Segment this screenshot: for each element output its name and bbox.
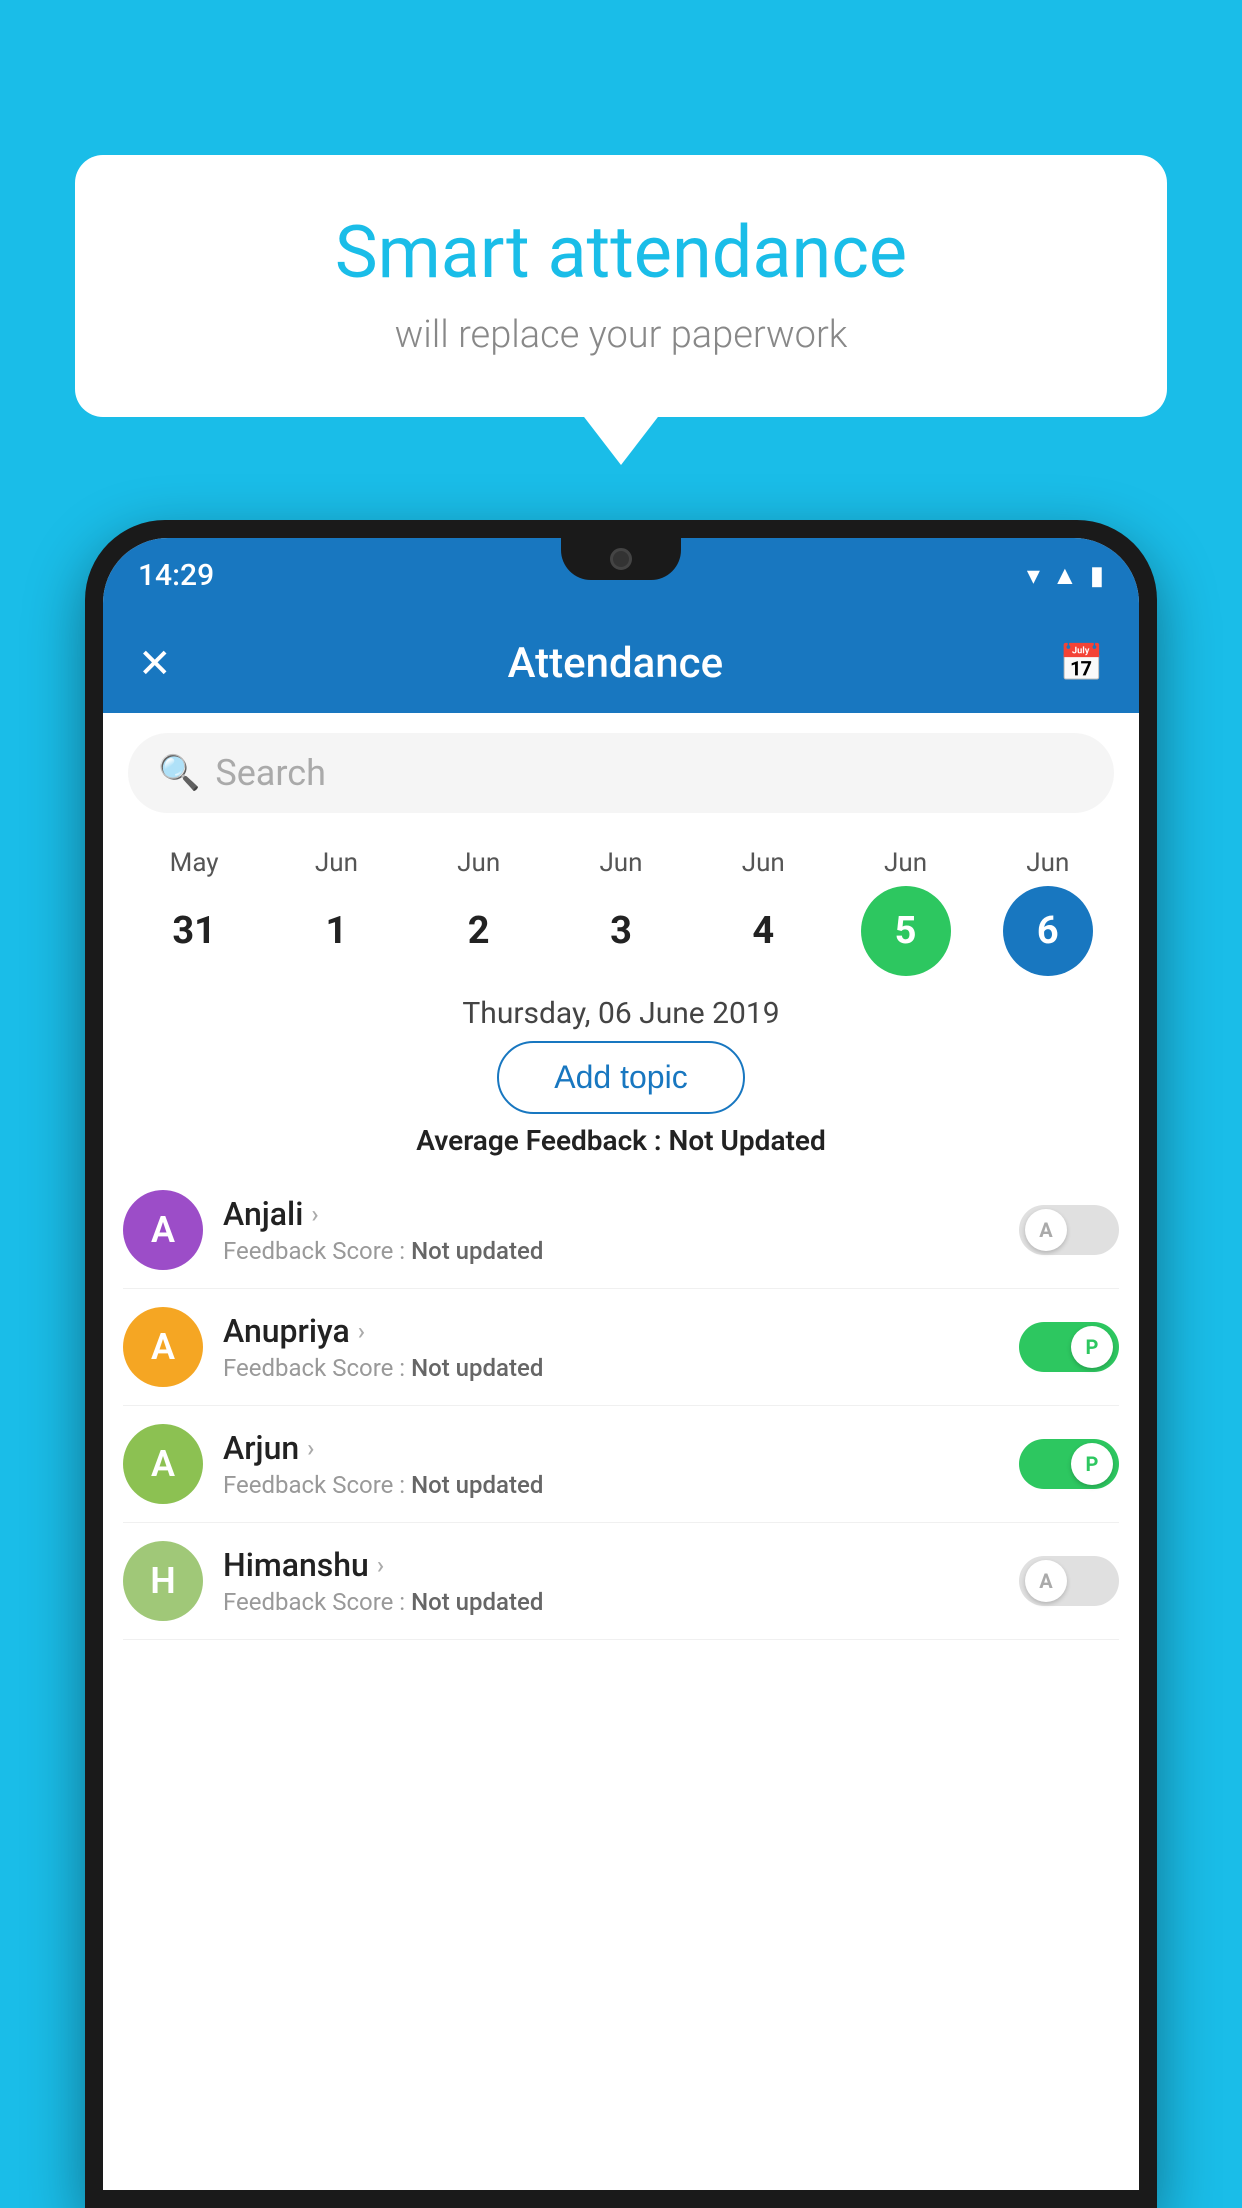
feedback-value: Not updated bbox=[411, 1588, 543, 1616]
attendance-toggle[interactable]: P bbox=[1019, 1439, 1119, 1489]
toggle-knob: P bbox=[1071, 1443, 1113, 1485]
phone-screen: 14:29 ▾ ▲ ▮ ✕ Attendance 📅 🔍 Search May 3… bbox=[103, 538, 1139, 2190]
student-info: Arjun › Feedback Score : Not updated bbox=[223, 1429, 999, 1499]
search-placeholder: Search bbox=[215, 752, 326, 794]
cal-month-label: Jun bbox=[457, 848, 500, 878]
student-feedback-label: Feedback Score : Not updated bbox=[223, 1237, 999, 1265]
cal-day-number[interactable]: 5 bbox=[861, 886, 951, 976]
camera bbox=[610, 548, 632, 570]
cal-day-number[interactable]: 3 bbox=[576, 886, 666, 976]
cal-day-number[interactable]: 4 bbox=[718, 886, 808, 976]
avg-feedback-value: Not Updated bbox=[669, 1124, 826, 1157]
cal-month-label: Jun bbox=[599, 848, 642, 878]
bubble-subtitle: will replace your paperwork bbox=[135, 313, 1107, 357]
cal-day-number[interactable]: 2 bbox=[434, 886, 524, 976]
attendance-toggle-wrap[interactable]: P bbox=[1019, 1322, 1119, 1372]
student-feedback-label: Feedback Score : Not updated bbox=[223, 1588, 999, 1616]
student-avatar: H bbox=[123, 1541, 203, 1621]
chevron-right-icon: › bbox=[358, 1317, 365, 1345]
status-icons: ▾ ▲ ▮ bbox=[1027, 560, 1104, 591]
cal-day-number[interactable]: 6 bbox=[1003, 886, 1093, 976]
student-feedback-label: Feedback Score : Not updated bbox=[223, 1471, 999, 1499]
student-avatar: A bbox=[123, 1424, 203, 1504]
student-info: Anjali › Feedback Score : Not updated bbox=[223, 1195, 999, 1265]
selected-date-label: Thursday, 06 June 2019 bbox=[103, 996, 1139, 1031]
attendance-toggle-wrap[interactable]: A bbox=[1019, 1556, 1119, 1606]
student-item[interactable]: A Anjali › Feedback Score : Not updated A bbox=[123, 1172, 1119, 1289]
bubble-title: Smart attendance bbox=[135, 210, 1107, 295]
search-icon: 🔍 bbox=[158, 753, 200, 793]
chevron-right-icon: › bbox=[311, 1200, 318, 1228]
attendance-toggle[interactable]: A bbox=[1019, 1205, 1119, 1255]
cal-month-label: Jun bbox=[1026, 848, 1069, 878]
toggle-knob: P bbox=[1071, 1326, 1113, 1368]
cal-month-label: Jun bbox=[884, 848, 927, 878]
speech-bubble-container: Smart attendance will replace your paper… bbox=[75, 155, 1167, 417]
app-header: ✕ Attendance 📅 bbox=[103, 613, 1139, 713]
signal-icon: ▲ bbox=[1052, 560, 1078, 591]
chevron-right-icon: › bbox=[307, 1434, 314, 1462]
status-bar: 14:29 ▾ ▲ ▮ bbox=[103, 538, 1139, 613]
calendar-date-col[interactable]: Jun 5 bbox=[846, 848, 966, 976]
calendar-row: May 31 Jun 1 Jun 2 Jun 3 Jun 4 Jun 5 Jun 6 bbox=[103, 833, 1139, 981]
cal-month-label: Jun bbox=[315, 848, 358, 878]
status-time: 14:29 bbox=[138, 558, 214, 593]
toggle-knob: A bbox=[1025, 1560, 1067, 1602]
student-name: Anupriya › bbox=[223, 1312, 999, 1350]
chevron-right-icon: › bbox=[377, 1551, 384, 1579]
attendance-toggle-wrap[interactable]: A bbox=[1019, 1205, 1119, 1255]
calendar-date-col[interactable]: Jun 4 bbox=[703, 848, 823, 976]
feedback-value: Not updated bbox=[411, 1354, 543, 1382]
student-item[interactable]: H Himanshu › Feedback Score : Not updated A bbox=[123, 1523, 1119, 1640]
calendar-date-col[interactable]: May 31 bbox=[134, 848, 254, 976]
student-feedback-label: Feedback Score : Not updated bbox=[223, 1354, 999, 1382]
student-info: Himanshu › Feedback Score : Not updated bbox=[223, 1546, 999, 1616]
cal-day-number[interactable]: 31 bbox=[149, 886, 239, 976]
student-item[interactable]: A Arjun › Feedback Score : Not updated P bbox=[123, 1406, 1119, 1523]
avg-feedback: Average Feedback : Not Updated bbox=[103, 1124, 1139, 1157]
avg-feedback-label: Average Feedback : bbox=[416, 1124, 668, 1157]
feedback-value: Not updated bbox=[411, 1471, 543, 1499]
student-name: Anjali › bbox=[223, 1195, 999, 1233]
speech-bubble: Smart attendance will replace your paper… bbox=[75, 155, 1167, 417]
cal-month-label: May bbox=[170, 848, 219, 878]
feedback-value: Not updated bbox=[411, 1237, 543, 1265]
student-list: AAnjali ›Feedback Score : Not updatedAAA… bbox=[103, 1172, 1139, 1640]
phone-frame: 14:29 ▾ ▲ ▮ ✕ Attendance 📅 🔍 Search May 3… bbox=[85, 520, 1157, 2208]
calendar-date-col[interactable]: Jun 1 bbox=[276, 848, 396, 976]
search-bar[interactable]: 🔍 Search bbox=[128, 733, 1114, 813]
student-info: Anupriya › Feedback Score : Not updated bbox=[223, 1312, 999, 1382]
student-avatar: A bbox=[123, 1307, 203, 1387]
attendance-toggle[interactable]: A bbox=[1019, 1556, 1119, 1606]
toggle-knob: A bbox=[1025, 1209, 1067, 1251]
cal-day-number[interactable]: 1 bbox=[291, 886, 381, 976]
app-title: Attendance bbox=[508, 639, 723, 688]
cal-month-label: Jun bbox=[742, 848, 785, 878]
attendance-toggle[interactable]: P bbox=[1019, 1322, 1119, 1372]
student-name: Arjun › bbox=[223, 1429, 999, 1467]
calendar-date-col[interactable]: Jun 3 bbox=[561, 848, 681, 976]
calendar-date-col[interactable]: Jun 6 bbox=[988, 848, 1108, 976]
attendance-toggle-wrap[interactable]: P bbox=[1019, 1439, 1119, 1489]
calendar-icon[interactable]: 📅 bbox=[1059, 642, 1104, 684]
student-avatar: A bbox=[123, 1190, 203, 1270]
battery-icon: ▮ bbox=[1090, 561, 1104, 591]
wifi-icon: ▾ bbox=[1027, 561, 1040, 591]
close-button[interactable]: ✕ bbox=[138, 640, 172, 687]
student-item[interactable]: A Anupriya › Feedback Score : Not updated P bbox=[123, 1289, 1119, 1406]
calendar-date-col[interactable]: Jun 2 bbox=[419, 848, 539, 976]
student-name: Himanshu › bbox=[223, 1546, 999, 1584]
add-topic-button[interactable]: Add topic bbox=[497, 1041, 744, 1114]
notch bbox=[561, 538, 681, 580]
